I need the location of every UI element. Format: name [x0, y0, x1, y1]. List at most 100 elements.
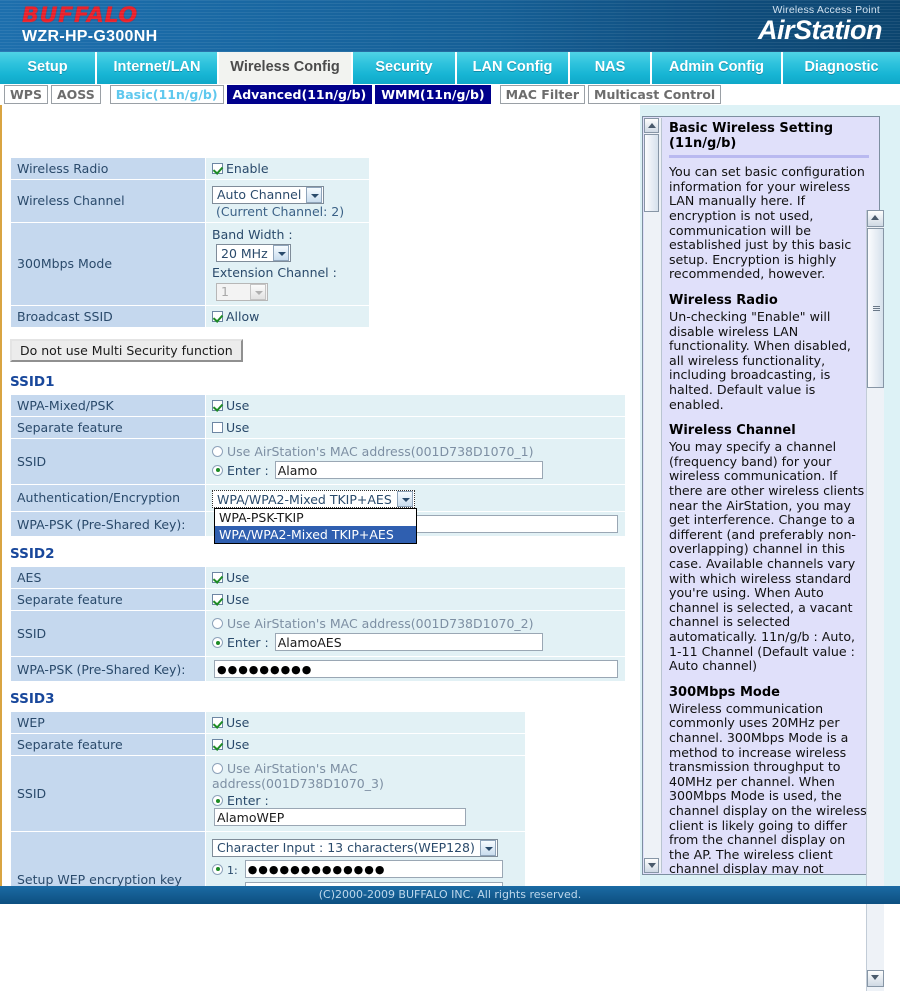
chevron-down-icon	[396, 491, 413, 507]
wep-key1-row: 1: ●●●●●●●●●●●●●	[212, 859, 519, 878]
ssid1-separate-checkbox[interactable]	[212, 421, 223, 433]
main-tab-label: NAS	[594, 59, 626, 75]
mode-value: Band Width : 20 MHz Extension Channel : …	[205, 221, 370, 306]
wep-key1-input[interactable]: ●●●●●●●●●●●●●	[244, 859, 503, 878]
ssid2-use-mac-radio[interactable]	[212, 618, 223, 629]
authentication-dropdown-list[interactable]: WPA-PSK-TKIP WPA/WPA2-Mixed TKIP+AES	[214, 508, 417, 544]
main-tab-nas[interactable]: NAS	[570, 52, 652, 84]
ssid3-enter-label: Enter :	[227, 793, 269, 808]
help-scroll-thumb[interactable]	[644, 134, 659, 212]
wep-format-select[interactable]: Character Input : 13 characters(WEP128)	[212, 838, 498, 857]
table-row-ssid1-auth-use: WPA-Mixed/PSK Use	[10, 393, 626, 417]
ssid3-mac-option-row: Use AirStation's MAC address(001D738D107…	[212, 761, 519, 791]
ssid1-enter-option-row: Enter : Alamo	[212, 460, 619, 479]
page-scroll-up-button[interactable]	[867, 210, 884, 227]
ssid2-table: AES Use Separate feature Use SSID Use Ai…	[10, 566, 626, 682]
sub-tab-multicast-control[interactable]: Multicast Control	[588, 85, 722, 104]
main-tab-label: Admin Config	[668, 59, 765, 75]
ssid3-enc-label: WEP	[10, 711, 206, 734]
sub-tab-label: Basic(11n/g/b)	[115, 87, 218, 102]
ssid3-separate-checkbox-label: Use	[226, 737, 250, 752]
ssid1-enter-radio[interactable]	[212, 464, 223, 476]
main-tab-label: Diagnostic	[804, 59, 879, 75]
sub-tab-wmm-11n-g-b-[interactable]: WMM(11n/g/b)	[375, 85, 491, 104]
main-tab-admin-config[interactable]: Admin Config	[652, 52, 783, 84]
ssid2-title: SSID2	[10, 546, 55, 562]
sub-tab-wps[interactable]: WPS	[4, 85, 48, 104]
ssid1-ssid-input[interactable]: Alamo	[274, 460, 543, 479]
main-tab-setup[interactable]: Setup	[0, 52, 97, 84]
sub-tab-mac-filter[interactable]: MAC Filter	[499, 85, 586, 104]
wep-key1-radio[interactable]	[212, 863, 223, 875]
help-scroll-up-button[interactable]	[644, 118, 659, 133]
sub-tab-basic-11n-g-b-[interactable]: Basic(11n/g/b)	[109, 85, 224, 104]
sub-tab-label: MAC Filter	[505, 87, 580, 102]
ssid3-separate-checkbox[interactable]	[212, 739, 223, 750]
ssid2-separate-checkbox[interactable]	[212, 594, 223, 605]
page-scroll-thumb[interactable]	[867, 228, 884, 388]
multi-security-button[interactable]: Do not use Multi Security function	[10, 338, 243, 362]
help-scroll-down-button[interactable]	[644, 858, 659, 873]
sub-tab-label: AOSS	[56, 87, 95, 102]
ssid2-ssid-label: SSID	[10, 610, 206, 657]
main-navigation: Setup Internet/LAN Wireless Config Security…	[0, 52, 900, 84]
ssid2-separate-label: Separate feature	[10, 588, 206, 611]
ssid1-auth-mode-label: WPA-Mixed/PSK	[10, 393, 206, 417]
help-scrollbar-left[interactable]	[644, 118, 662, 873]
ssid3-use-mac-radio[interactable]	[212, 763, 223, 774]
buffalo-logo: BUFFALO	[22, 3, 138, 27]
broadcast-ssid-value: Allow	[205, 304, 370, 328]
wireless-channel-select[interactable]: Auto Channel	[212, 185, 325, 204]
table-row-ssid3-separate: Separate feature Use	[10, 733, 526, 756]
chevron-down-icon	[272, 245, 289, 261]
ssid3-enter-option-row: Enter : AlamoWEP	[212, 793, 519, 826]
help-content: Basic Wireless Setting (11n/g/b) You can…	[669, 121, 869, 874]
ssid2-enc-checkbox[interactable]	[212, 572, 223, 583]
broadcast-ssid-checkbox[interactable]	[212, 310, 223, 322]
authentication-option[interactable]: WPA/WPA2-Mixed TKIP+AES	[215, 526, 416, 543]
help-section-heading: Wireless Radio	[669, 292, 778, 308]
ssid3-enc-value: Use	[205, 711, 526, 734]
band-width-select[interactable]: 20 MHz	[216, 244, 291, 262]
sub-tab-aoss[interactable]: AOSS	[50, 85, 101, 104]
sub-tab-advanced-11n-g-b-[interactable]: Advanced(11n/g/b)	[226, 85, 373, 104]
authentication-option[interactable]: WPA-PSK-TKIP	[215, 509, 416, 526]
table-row-ssid1-ssid: SSID Use AirStation's MAC address(001D73…	[10, 437, 626, 485]
broadcast-ssid-label: Broadcast SSID	[10, 304, 206, 328]
mode-label: 300Mbps Mode	[10, 221, 206, 306]
ssid1-auth-mode-checkbox[interactable]	[212, 399, 223, 411]
ssid2-use-mac-label: Use AirStation's MAC address(001D738D107…	[227, 616, 534, 631]
ssid1-separate-label: Separate feature	[10, 415, 206, 439]
extension-channel-label: Extension Channel :	[212, 265, 337, 280]
ssid3-ssid-value: Use AirStation's MAC address(001D738D107…	[205, 755, 526, 832]
main-tab-internet-lan[interactable]: Internet/LAN	[97, 52, 219, 84]
main-tab-lan-config[interactable]: LAN Config	[457, 52, 570, 84]
main-tab-label: Setup	[27, 59, 68, 75]
ssid3-enter-radio[interactable]	[212, 795, 223, 806]
help-section-heading: Wireless Channel	[669, 423, 796, 439]
ssid2-ssid-input[interactable]: AlamoAES	[274, 633, 543, 651]
ssid2-enc-value: Use	[205, 566, 626, 589]
main-tab-security[interactable]: Security	[353, 52, 457, 84]
ssid1-ssid-value: Use AirStation's MAC address(001D738D107…	[205, 437, 626, 485]
main-tab-label: Internet/LAN	[113, 59, 201, 75]
ssid3-ssid-input[interactable]: AlamoWEP	[214, 808, 466, 826]
ssid2-enter-radio[interactable]	[212, 637, 223, 648]
ssid1-auth-mode-value: Use	[205, 393, 626, 417]
ssid1-ssid-label: SSID	[10, 437, 206, 485]
main-tab-diagnostic[interactable]: Diagnostic	[783, 52, 900, 84]
wireless-radio-checkbox[interactable]	[212, 163, 223, 174]
ssid3-enc-checkbox[interactable]	[212, 717, 223, 728]
ssid1-use-mac-radio[interactable]	[212, 445, 223, 457]
model-name: WZR-HP-G300NH	[22, 28, 158, 45]
main-tab-wireless-config[interactable]: Wireless Config	[219, 52, 353, 84]
ssid2-mac-option-row: Use AirStation's MAC address(001D738D107…	[212, 616, 619, 631]
ssid2-psk-input[interactable]: ●●●●●●●●●	[214, 660, 618, 678]
ssid1-authentication-select[interactable]: WPA/WPA2-Mixed TKIP+AES	[212, 490, 415, 508]
page-scroll-down-button[interactable]	[867, 970, 884, 987]
ssid1-separate-value: Use	[205, 415, 626, 439]
table-row-ssid3-enc: WEP Use	[10, 711, 526, 734]
page-scrollbar[interactable]	[866, 210, 884, 991]
ssid1-auth-mode-checkbox-label: Use	[226, 397, 250, 413]
help-section-heading: 300Mbps Mode	[669, 684, 780, 700]
